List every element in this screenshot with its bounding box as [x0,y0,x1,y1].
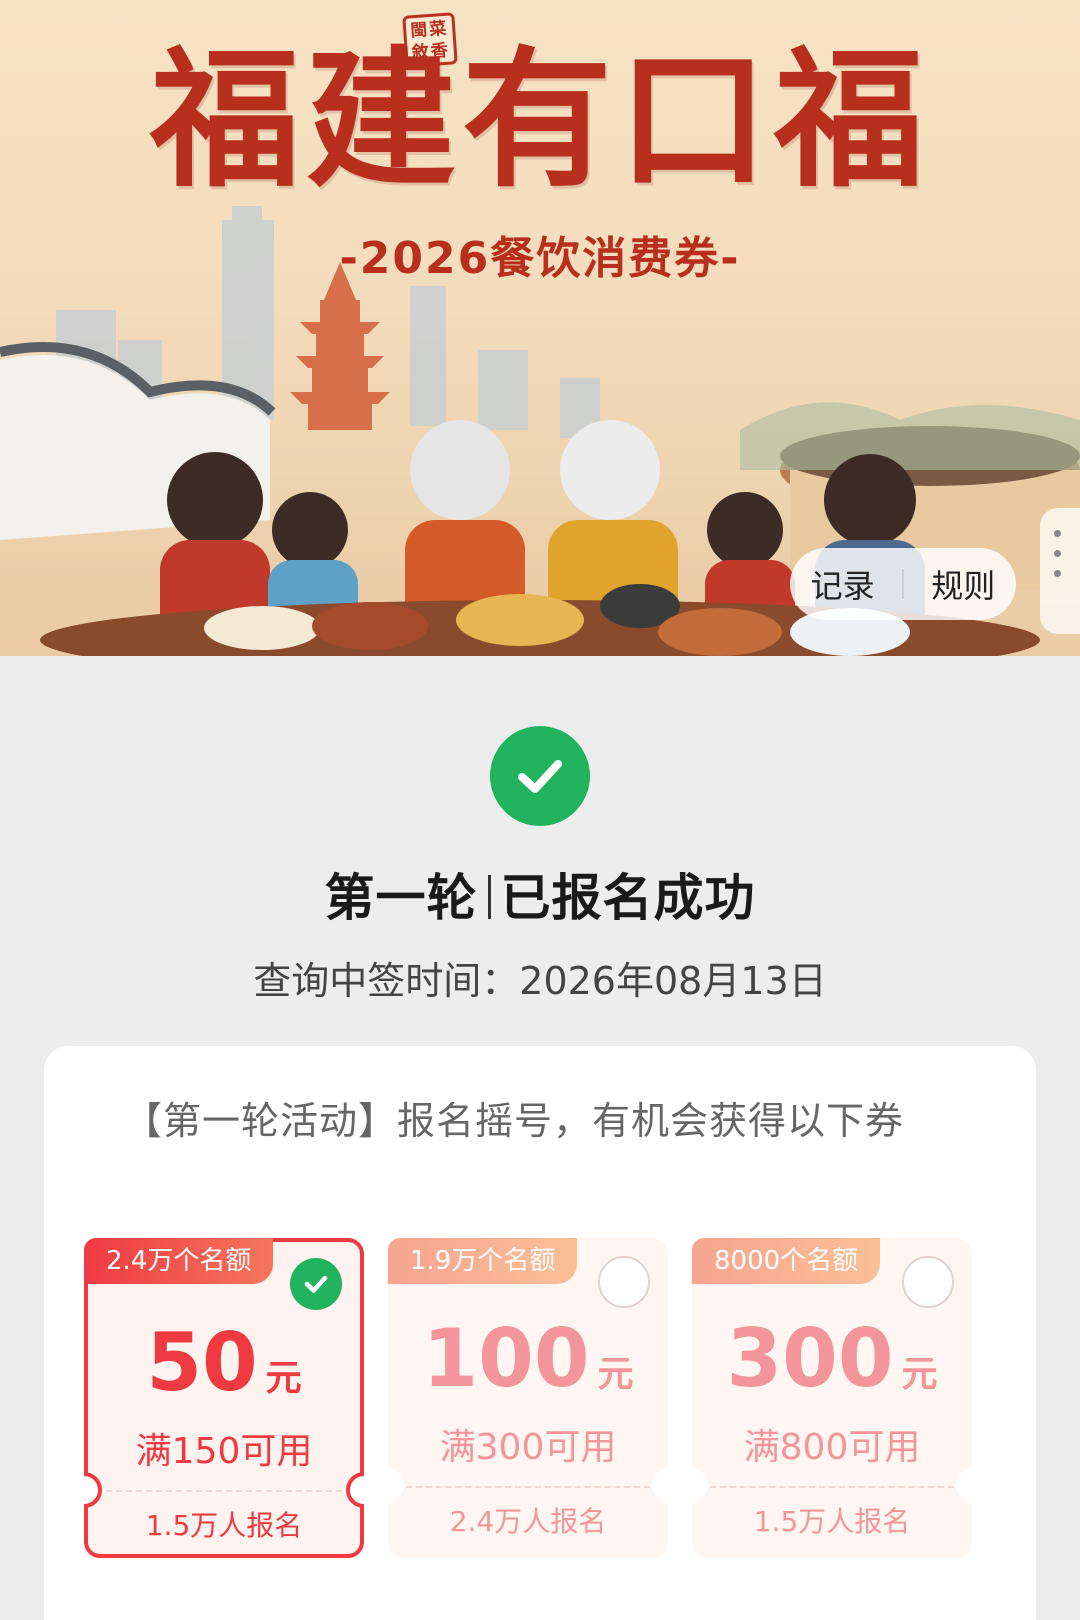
ticket-notch-left [672,1468,708,1504]
ticket-notch-right [956,1468,992,1504]
ticket-notch-left [368,1468,404,1504]
amount-unit: 元 [597,1354,634,1395]
quota-badge: 8000个名额 [692,1238,881,1284]
rules-button[interactable]: 规则 [917,561,1009,607]
activity-intro: 【第一轮活动】报名摇号，有机会获得以下券 [124,1099,905,1143]
activity-card: 【第一轮活动】报名摇号，有机会获得以下券 2.4万个名额 50 元 满150可用 … [44,1046,1036,1620]
signup-count: 1.5万人报名 [753,1505,911,1538]
coupon-amount: 100 元 [388,1314,668,1426]
brand-subtitle: -2026餐饮消费券- [339,233,741,284]
amount-value: 100 [422,1312,590,1405]
select-radio[interactable] [902,1256,954,1308]
brand-title: 福建有口福 [149,32,930,208]
amount-unit: 元 [265,1358,302,1399]
query-time-text: 查询中签时间：2026年08月13日 [253,959,827,1003]
coupon-condition: 满300可用 [439,1427,617,1468]
selected-check-icon[interactable] [290,1258,342,1310]
ticket-divider [406,1486,650,1488]
coupon-amount: 300 元 [692,1314,972,1426]
success-check-icon [490,726,590,826]
pill-divider [901,569,904,599]
ticket-divider [106,1490,342,1492]
quota-badge: 2.4万个名额 [84,1238,274,1284]
coupon-condition: 满800可用 [743,1427,921,1468]
coupon-condition: 满150可用 [135,1431,313,1472]
amount-value: 300 [726,1312,894,1405]
ticket-divider [710,1486,954,1488]
registration-status-title: 第一轮 已报名成功 [0,858,1080,930]
banner-action-pill: 记录 规则 [790,548,1016,620]
select-radio[interactable] [598,1256,650,1308]
signup-count: 2.4万人报名 [449,1505,607,1538]
coupon-amount: 50 元 [88,1318,360,1430]
ticket-notch-left [84,1472,102,1508]
record-button[interactable]: 记录 [797,561,889,607]
coupon-300[interactable]: 8000个名额 300 元 满800可用 1.5万人报名 [672,1238,992,1558]
status-label: 已报名成功 [500,869,756,927]
coupon-100[interactable]: 1.9万个名额 100 元 满300可用 2.4万人报名 [368,1238,688,1558]
amount-unit: 元 [901,1354,938,1395]
coupon-50[interactable]: 2.4万个名额 50 元 满150可用 1.5万人报名 [84,1238,364,1558]
hero-banner: 閩菜敘香 福建有口福 -2026餐饮消费券- 记录 规则 [0,0,1080,672]
side-drawer-handle[interactable] [1040,508,1080,634]
quota-badge: 1.9万个名额 [388,1238,578,1284]
title-divider [487,875,491,919]
amount-value: 50 [146,1316,258,1409]
signup-count: 1.5万人报名 [145,1509,303,1542]
round-label: 第一轮 [324,869,478,927]
